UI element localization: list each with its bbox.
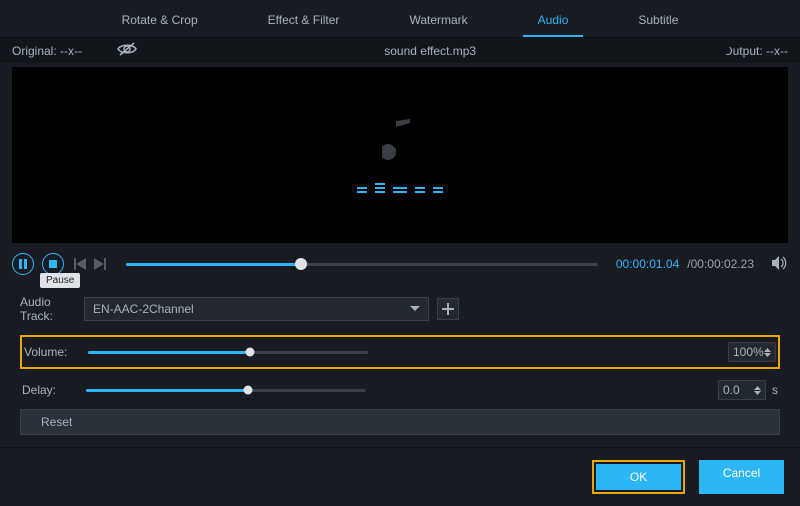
tab-audio[interactable]: Audio [523,8,584,37]
audio-track-select[interactable]: EN-AAC-2Channel [84,297,429,321]
stop-button[interactable] [42,253,64,275]
plus-icon [442,303,454,315]
delay-row: Delay: 0.0 s [20,375,780,405]
chevron-down-icon [410,306,420,312]
output-dimensions: Output: --x-- [723,44,788,58]
tab-subtitle[interactable]: Subtitle [623,8,693,37]
seek-slider[interactable] [126,263,598,266]
volume-input[interactable]: 100% [728,342,776,362]
status-bar: Original: --x-- sound effect.mp3 Output:… [0,38,800,63]
next-button[interactable] [94,258,108,270]
spinner-down-icon[interactable] [754,391,761,395]
prev-button[interactable] [72,258,86,270]
spinner-up-icon[interactable] [754,386,761,390]
original-dimensions: Original: --x-- [12,44,82,58]
ok-highlight: OK [592,460,685,494]
player-bar: 00:00:01.04/00:00:02.23 Pause [0,243,800,285]
volume-slider[interactable] [88,351,368,354]
tab-rotate[interactable]: Rotate & Crop [107,8,213,37]
tab-watermark[interactable]: Watermark [394,8,482,37]
pause-tooltip: Pause [40,273,80,288]
preview-area [12,67,788,243]
speaker-icon[interactable] [772,256,788,273]
cancel-button[interactable]: Cancel [699,460,784,494]
equalizer-icon [357,183,443,193]
volume-row: Volume: 100% [20,335,780,369]
filename-label: sound effect.mp3 [384,44,476,58]
visibility-icon[interactable] [117,42,137,59]
controls-panel: Audio Track: EN-AAC-2Channel Volume: 100… [0,285,800,445]
tab-effect[interactable]: Effect & Filter [253,8,355,37]
reset-button[interactable]: Reset [20,409,780,435]
volume-label: Volume: [24,345,88,359]
spinner-up-icon[interactable] [764,348,771,352]
delay-label: Delay: [22,383,86,397]
footer-bar: OK Cancel [0,447,800,506]
music-note-icon [382,117,418,165]
tabs-bar: Rotate & Crop Effect & Filter Watermark … [0,0,800,38]
ok-button[interactable]: OK [596,464,681,490]
delay-slider[interactable] [86,389,366,392]
volume-value: 100% [733,345,764,359]
current-time: 00:00:01.04 [616,257,679,271]
delay-value: 0.0 [723,383,740,397]
pause-button[interactable] [12,253,34,275]
audio-track-value: EN-AAC-2Channel [93,302,194,316]
delay-unit: s [772,383,778,397]
duration-time: /00:00:02.23 [687,257,754,271]
audio-track-label: Audio Track: [20,295,84,323]
delay-input[interactable]: 0.0 [718,380,766,400]
add-track-button[interactable] [437,298,459,320]
spinner-down-icon[interactable] [764,353,771,357]
